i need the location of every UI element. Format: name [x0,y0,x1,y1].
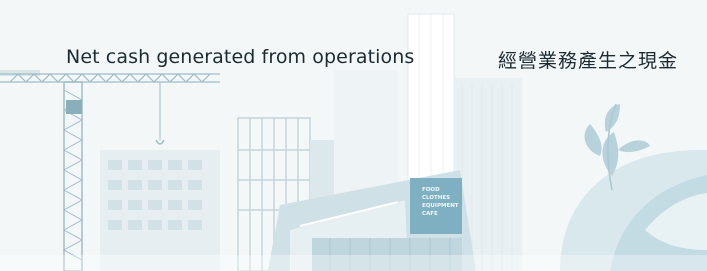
sign-line-food: FOOD [422,187,440,193]
sign-line-equipment: EQUIPMENT [422,203,459,209]
cityscape-illustration [0,0,707,271]
sign-line-cafe: CAFE [422,211,438,217]
storefront-sign: FOOD CLOTHES EQUIPMENT CAFE [422,186,459,218]
caption-chinese: 經營業務產生之現金 [498,50,679,72]
sign-line-clothes: CLOTHES [422,195,451,201]
caption-english: Net cash generated from operations [66,46,415,68]
illustration-panel: FOOD CLOTHES EQUIPMENT CAFE Net cash gen… [0,0,707,271]
